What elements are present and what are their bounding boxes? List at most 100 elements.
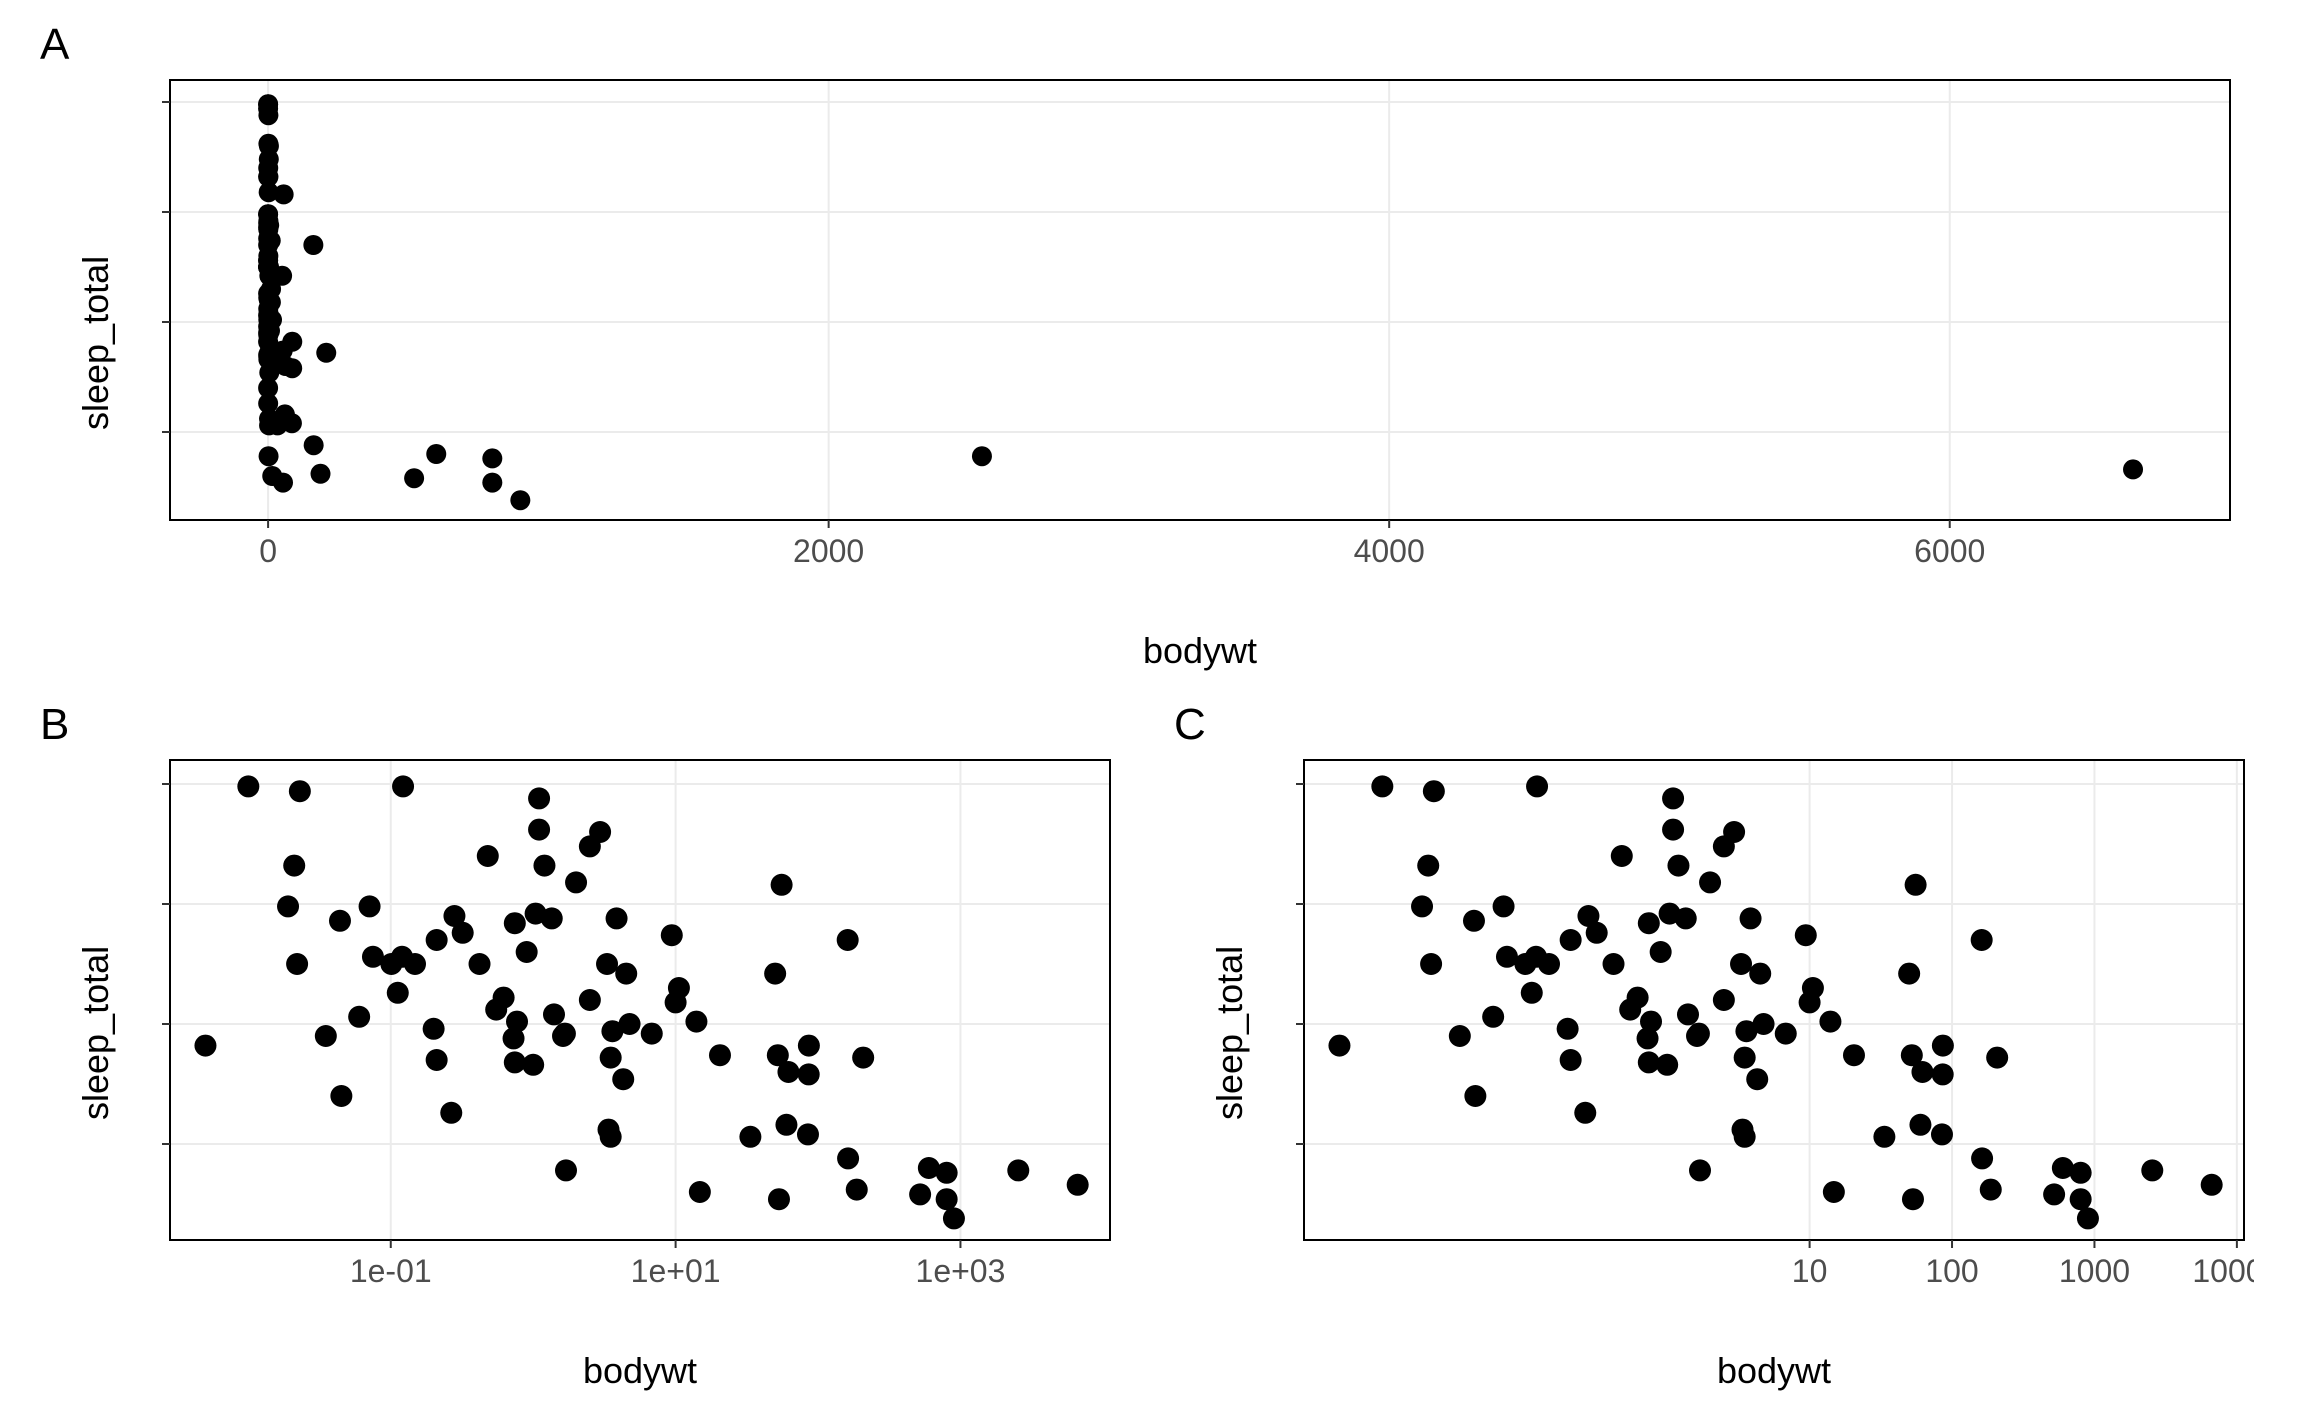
data-point (689, 1181, 711, 1203)
data-point (525, 903, 547, 925)
data-point (1802, 977, 1824, 999)
data-point (1905, 874, 1927, 896)
data-point (258, 345, 278, 365)
data-point (528, 819, 550, 841)
data-point (1574, 1102, 1596, 1124)
data-point (452, 922, 474, 944)
data-point (304, 435, 324, 455)
data-point (2043, 1183, 2065, 1205)
data-point (798, 1063, 820, 1085)
data-point (1463, 910, 1485, 932)
data-point (1423, 780, 1445, 802)
data-point (943, 1207, 965, 1229)
data-point (504, 1051, 526, 1073)
data-point (598, 1119, 620, 1141)
data-point (1909, 1114, 1931, 1136)
data-point (775, 1114, 797, 1136)
data-point (1328, 1035, 1350, 1057)
data-point (1873, 1126, 1895, 1148)
data-point (685, 1011, 707, 1033)
data-point (600, 1047, 622, 1069)
data-point (516, 941, 538, 963)
data-point (1931, 1123, 1953, 1145)
scatter-plot-b: 1e-011e+011e+035101520 (160, 750, 1120, 1310)
data-point (1667, 855, 1689, 877)
data-point (1560, 1049, 1582, 1071)
data-point (1735, 1020, 1757, 1042)
data-point (1932, 1035, 1954, 1057)
panel-b-label: B (40, 700, 69, 750)
data-point (1662, 819, 1684, 841)
data-point (1493, 895, 1515, 917)
data-point (1677, 1003, 1699, 1025)
svg-text:100: 100 (1925, 1253, 1978, 1289)
data-point (1417, 855, 1439, 877)
data-point (1823, 1181, 1845, 1203)
data-point (329, 910, 351, 932)
svg-text:1e-01: 1e-01 (350, 1253, 432, 1289)
data-point (1007, 1159, 1029, 1181)
data-point (1526, 775, 1548, 797)
data-point (258, 288, 278, 308)
data-point (1732, 1119, 1754, 1141)
data-point (387, 982, 409, 1004)
data-point (493, 987, 515, 1009)
svg-text:1000: 1000 (2059, 1253, 2130, 1289)
data-point (258, 94, 278, 114)
data-point (1730, 953, 1752, 975)
data-point (1902, 1188, 1924, 1210)
data-point (579, 835, 601, 857)
data-point (1971, 1147, 1993, 1169)
data-point (936, 1162, 958, 1184)
data-point (837, 929, 859, 951)
data-point (426, 929, 448, 951)
data-point (504, 912, 526, 934)
data-point (1898, 963, 1920, 985)
data-point (404, 468, 424, 488)
data-point (259, 149, 279, 169)
data-point (423, 1018, 445, 1040)
data-point (1713, 989, 1735, 1011)
axis-x-label-b: bodywt (160, 1350, 1120, 1392)
data-point (1611, 845, 1633, 867)
data-point (1496, 946, 1518, 968)
data-point (259, 321, 279, 341)
data-point (606, 907, 628, 929)
data-point (1560, 929, 1582, 951)
data-point (661, 924, 683, 946)
data-point (972, 446, 992, 466)
data-point (764, 963, 786, 985)
data-point (2070, 1188, 2092, 1210)
data-point (852, 1047, 874, 1069)
svg-text:1e+01: 1e+01 (631, 1253, 721, 1289)
axis-y-label-b: sleep_total (75, 946, 117, 1120)
data-point (359, 895, 381, 917)
data-point (1650, 941, 1672, 963)
data-point (506, 1011, 528, 1033)
data-point (1699, 871, 1721, 893)
axis-y-label-a: sleep_total (75, 256, 117, 430)
data-point (767, 1044, 789, 1066)
data-point (258, 220, 278, 240)
data-point (554, 1023, 576, 1045)
data-point (1371, 775, 1393, 797)
data-point (533, 855, 555, 877)
data-point (1689, 1159, 1711, 1181)
data-point (1538, 953, 1560, 975)
data-point (601, 1020, 623, 1042)
data-point (1843, 1044, 1865, 1066)
data-point (1688, 1023, 1710, 1045)
data-point (1746, 1068, 1768, 1090)
data-point (2201, 1174, 2223, 1196)
data-point (1420, 953, 1442, 975)
data-point (2077, 1207, 2099, 1229)
data-point (1638, 912, 1660, 934)
scatter-plot-c: 101001000100005101520 (1294, 750, 2254, 1310)
data-point (440, 1102, 462, 1124)
data-point (1662, 787, 1684, 809)
data-point (1586, 922, 1608, 944)
data-point (2070, 1162, 2092, 1184)
data-point (482, 473, 502, 493)
data-point (555, 1159, 577, 1181)
panel-c-label: C (1174, 700, 1206, 750)
